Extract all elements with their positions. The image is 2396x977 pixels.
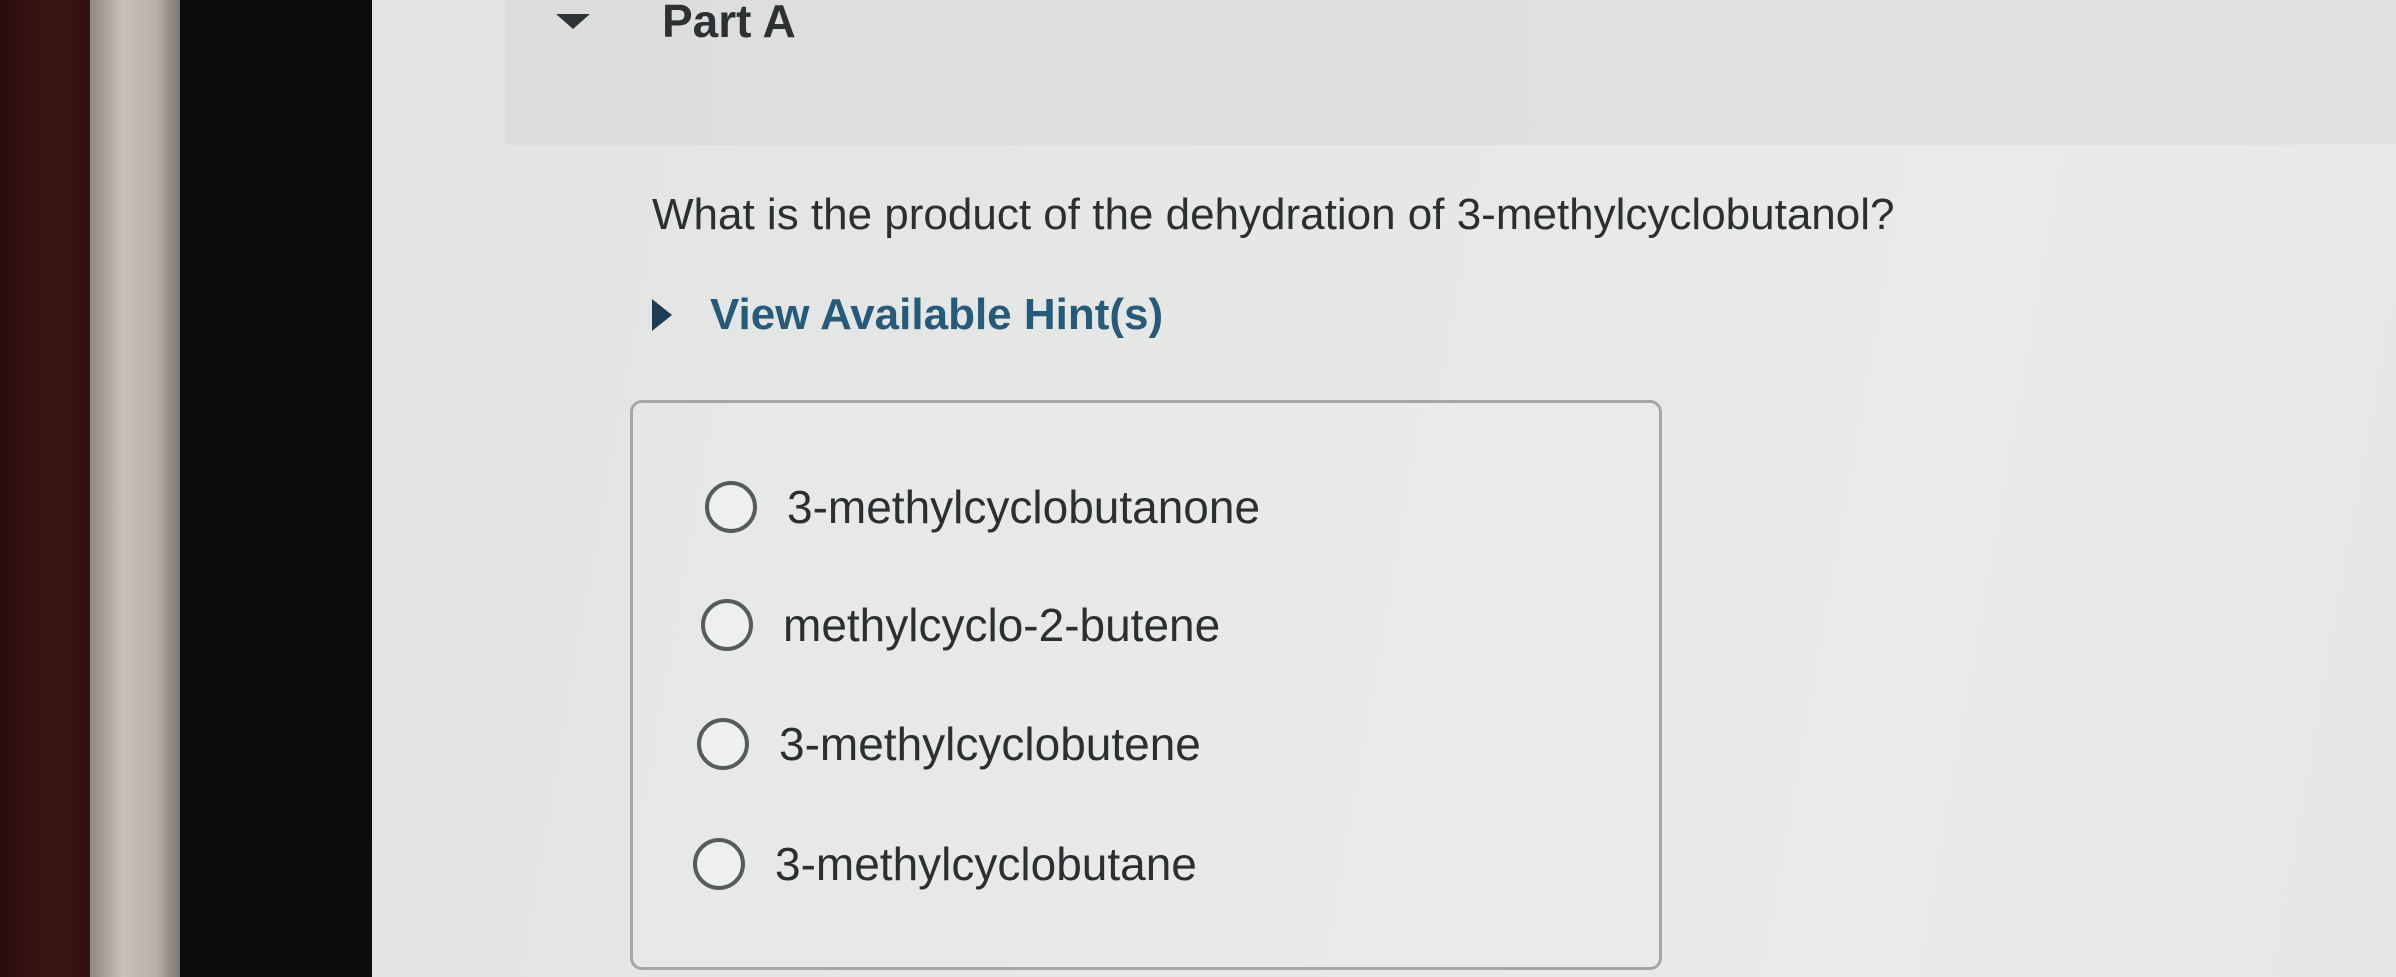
radio-button[interactable]: [705, 481, 757, 533]
option-4[interactable]: 3-methylcyclobutane: [693, 837, 1197, 891]
question-text: What is the product of the dehydration o…: [652, 190, 1895, 239]
expand-arrow-icon: [652, 299, 672, 331]
device-frame-edge: [90, 0, 185, 977]
option-label[interactable]: 3-methylcyclobutene: [779, 717, 1201, 771]
option-label[interactable]: 3-methylcyclobutanone: [787, 480, 1260, 534]
option-2[interactable]: methylcyclo-2-butene: [701, 598, 1220, 652]
radio-button[interactable]: [693, 838, 745, 890]
screen-border: [180, 0, 380, 977]
part-title: Part A: [662, 0, 796, 47]
option-label[interactable]: 3-methylcyclobutane: [775, 837, 1197, 891]
option-1[interactable]: 3-methylcyclobutanone: [705, 480, 1260, 534]
radio-button[interactable]: [697, 718, 749, 770]
collapse-caret-icon[interactable]: [556, 14, 590, 29]
option-label[interactable]: methylcyclo-2-butene: [783, 598, 1220, 652]
view-hints-toggle[interactable]: View Available Hint(s): [652, 290, 1163, 340]
radio-button[interactable]: [701, 599, 753, 651]
view-hints-label[interactable]: View Available Hint(s): [710, 290, 1163, 340]
option-3[interactable]: 3-methylcyclobutene: [697, 717, 1201, 771]
